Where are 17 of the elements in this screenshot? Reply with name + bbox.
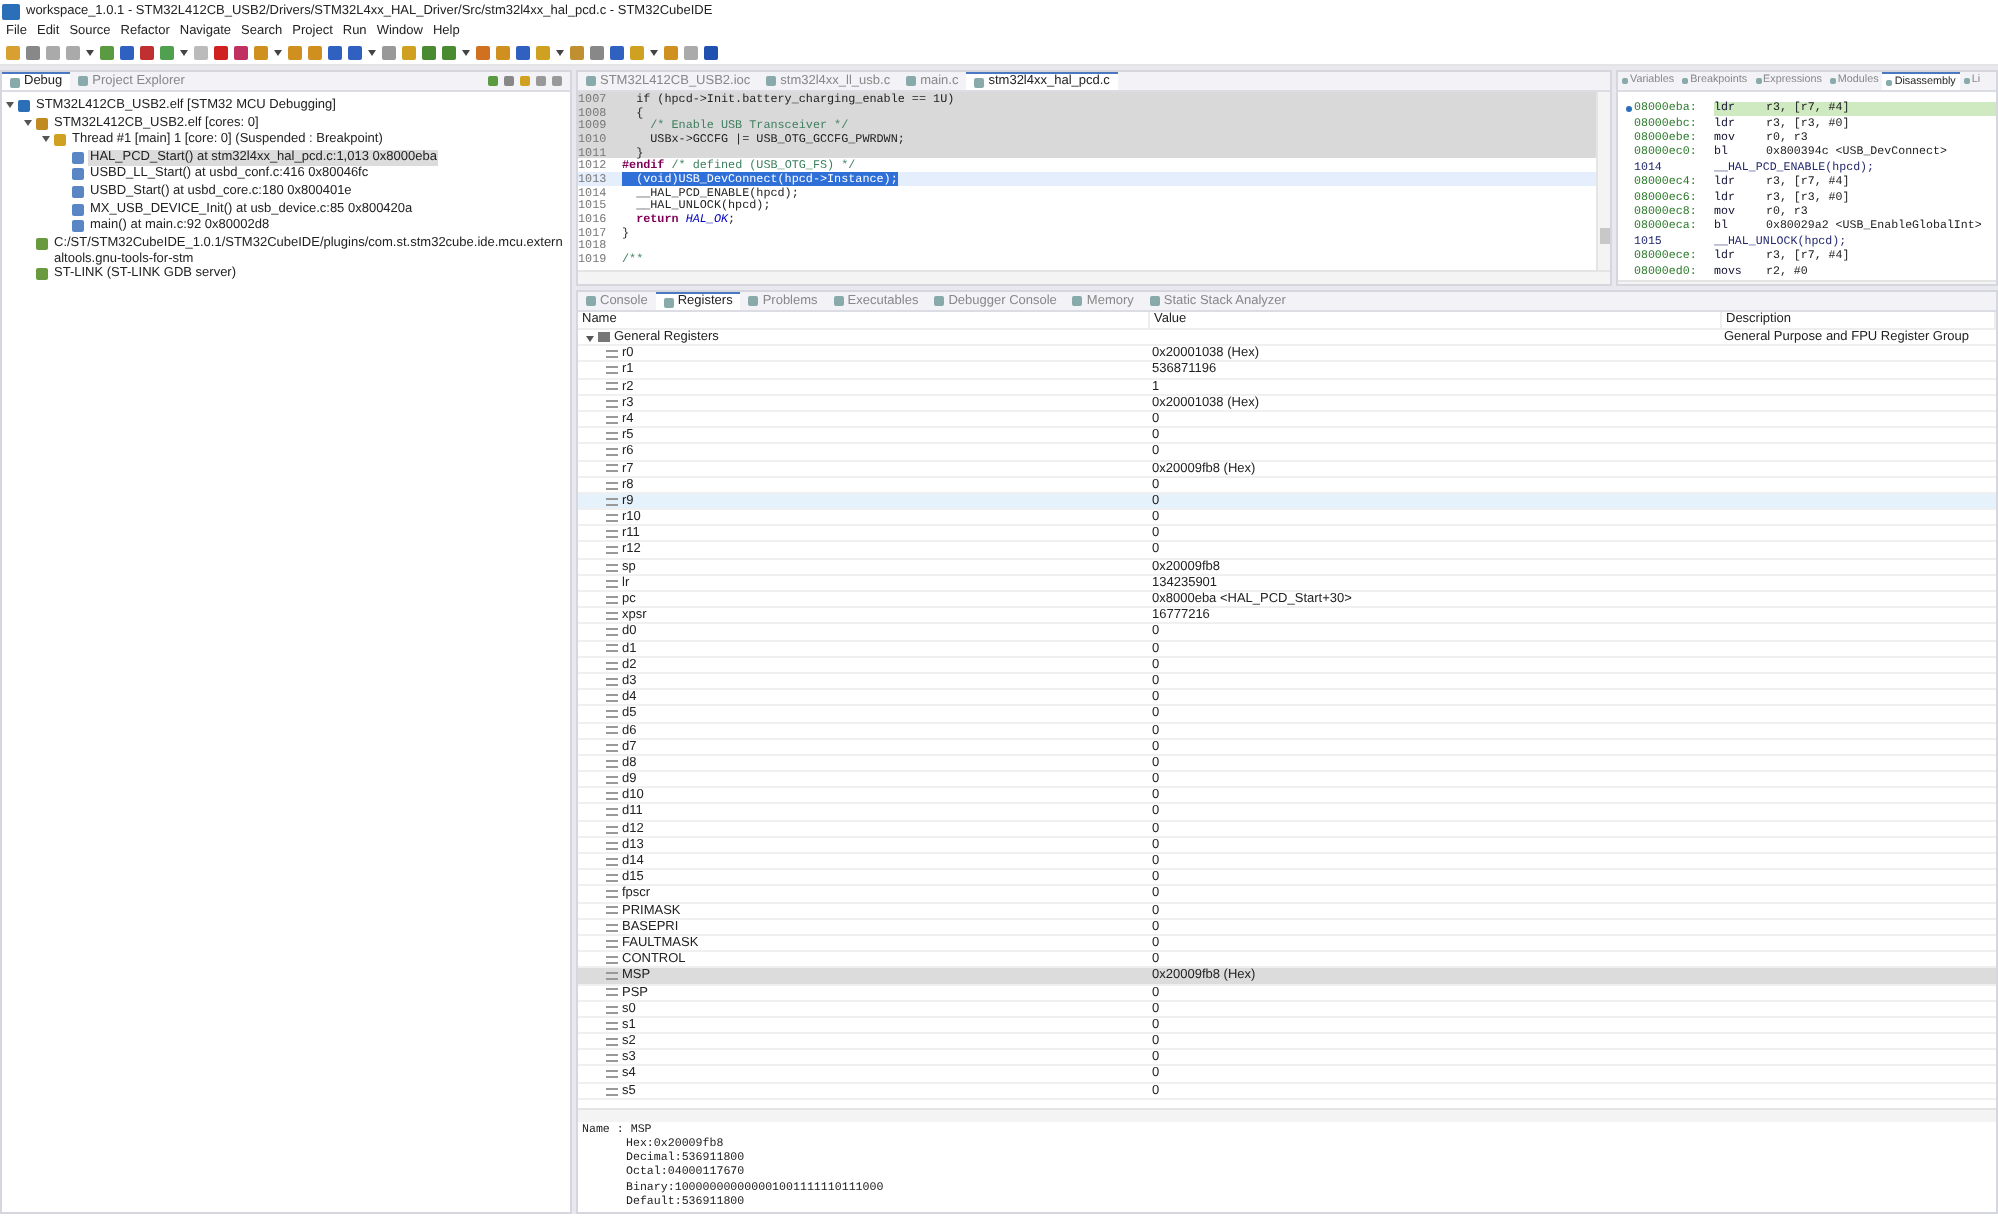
scrollbar[interactable] — [578, 270, 1610, 284]
app-logo-icon — [2, 3, 20, 19]
caret-icon[interactable] — [462, 50, 470, 56]
caret-icon[interactable] — [274, 50, 282, 56]
tool-icon — [36, 237, 48, 250]
caret-icon[interactable] — [556, 50, 564, 56]
scrollbar[interactable] — [1596, 92, 1610, 270]
thread-icon — [54, 134, 66, 147]
caret-icon[interactable] — [650, 50, 658, 56]
launch-icon — [18, 100, 30, 112]
tool-icon — [36, 268, 48, 281]
process-icon — [36, 117, 48, 130]
caret-icon[interactable] — [368, 50, 376, 56]
register-group-icon — [598, 332, 610, 343]
caret-icon[interactable] — [86, 50, 94, 56]
scrollbar[interactable] — [578, 1107, 1996, 1122]
caret-icon[interactable] — [180, 50, 188, 56]
